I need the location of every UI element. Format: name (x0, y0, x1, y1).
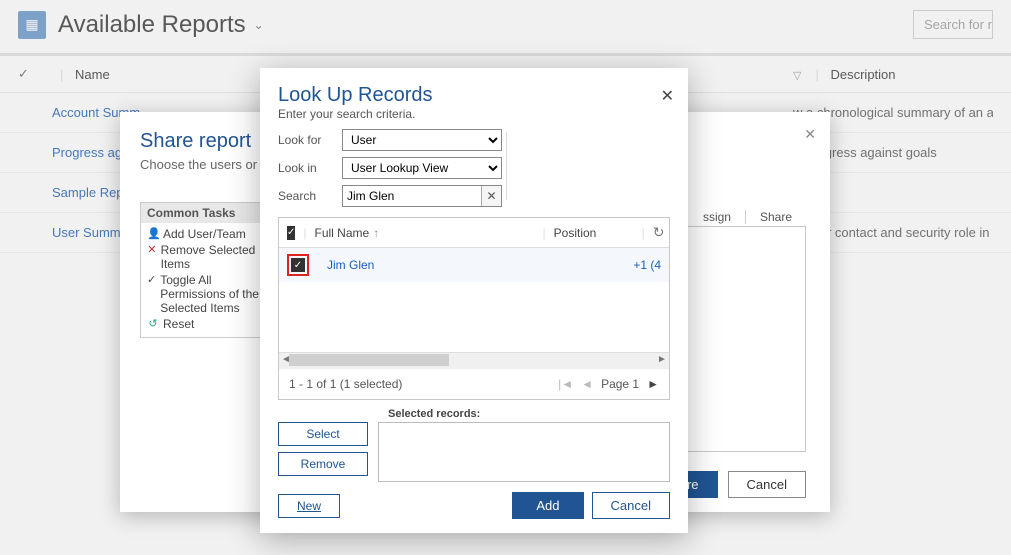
global-search-input[interactable]: Search for re (913, 10, 993, 39)
remove-selected-link[interactable]: ✕Remove Selected Items (147, 243, 263, 271)
common-tasks-header: Common Tasks (141, 203, 269, 223)
search-label: Search (278, 189, 342, 203)
cancel-button[interactable]: Cancel (728, 471, 806, 498)
look-for-select[interactable]: User (342, 129, 502, 151)
refresh-icon[interactable]: ↻ (653, 224, 665, 241)
clear-search-icon[interactable]: ✕ (481, 186, 501, 206)
close-icon[interactable]: ✕ (661, 86, 674, 106)
reset-link[interactable]: ↺Reset (147, 317, 263, 331)
scrollbar-thumb[interactable] (289, 354, 449, 366)
close-icon[interactable]: ✕ (804, 126, 816, 143)
common-tasks-panel: Common Tasks 👤Add User/Team ✕Remove Sele… (140, 202, 270, 338)
next-page-icon[interactable]: ► (647, 377, 659, 391)
add-user-team-link[interactable]: 👤Add User/Team (147, 227, 263, 241)
horizontal-scrollbar[interactable]: ◄ ► (279, 352, 669, 368)
result-name-link[interactable]: Jim Glen (327, 258, 374, 272)
selected-records-box (378, 422, 670, 482)
column-header-position[interactable]: Position (554, 226, 634, 240)
user-icon: 👤 (147, 227, 159, 241)
new-button[interactable]: New (278, 494, 340, 518)
toggle-permissions-link[interactable]: ✓Toggle All Permissions of the Selected … (147, 273, 263, 315)
divider (506, 132, 507, 200)
select-all-checkbox[interactable]: ✓ (287, 226, 295, 240)
look-for-label: Look for (278, 133, 342, 147)
check-icon: ✓ (147, 273, 156, 287)
search-input[interactable] (342, 185, 502, 207)
result-row[interactable]: ✓ Jim Glen +1 (4 (279, 248, 669, 282)
share-link[interactable]: Share (745, 210, 806, 224)
add-button[interactable]: Add (512, 492, 583, 519)
prev-page-icon[interactable]: ◄ (581, 377, 593, 391)
lookup-title: Look Up Records (278, 84, 670, 107)
look-in-select[interactable]: User Lookup View (342, 157, 502, 179)
column-header-full-name[interactable]: Full Name (315, 226, 370, 240)
row-checkbox[interactable]: ✓ (291, 258, 305, 272)
chevron-down-icon[interactable]: ⌄ (254, 18, 264, 32)
selected-records-label: Selected records: (388, 408, 670, 420)
filter-icon[interactable]: ▽ (793, 70, 801, 82)
page-title: Available Reports (58, 11, 246, 39)
sort-asc-icon: ↑ (373, 226, 379, 240)
reset-icon: ↺ (147, 317, 159, 331)
remove-button[interactable]: Remove (278, 452, 368, 476)
column-header-description[interactable]: Description (830, 67, 895, 82)
select-button[interactable]: Select (278, 422, 368, 446)
first-page-icon[interactable]: |◄ (558, 377, 573, 391)
pager-status: 1 - 1 of 1 (1 selected) (289, 377, 402, 391)
cancel-button[interactable]: Cancel (592, 492, 670, 519)
column-header-name[interactable]: Name (75, 67, 110, 82)
scroll-right-icon[interactable]: ► (655, 353, 669, 367)
remove-icon: ✕ (147, 243, 157, 257)
lookup-records-dialog: ✕ Look Up Records Enter your search crit… (260, 68, 688, 533)
assign-link[interactable]: ssign (689, 210, 745, 224)
result-phone: +1 (4 (633, 258, 661, 272)
page-label: Page 1 (601, 377, 639, 391)
reports-icon: ▦ (18, 11, 46, 39)
look-in-label: Look in (278, 161, 342, 175)
select-all-checkbox[interactable]: ✓ (18, 66, 48, 82)
results-blank (279, 282, 669, 352)
lookup-subtitle: Enter your search criteria. (278, 107, 670, 121)
